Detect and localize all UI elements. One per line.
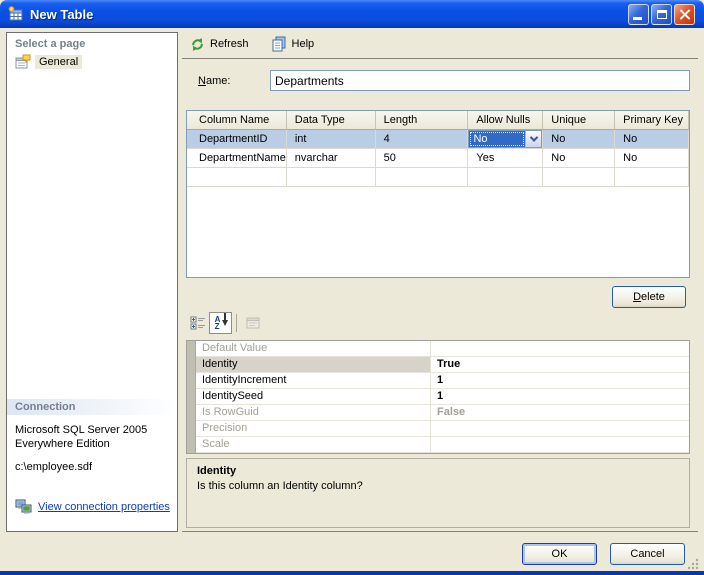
cell-length[interactable]: 4 [375, 130, 469, 149]
description-text: Is this column an Identity column? [197, 480, 363, 492]
columns-grid-header: Column Name Data Type Length Allow Nulls… [187, 111, 689, 130]
cell-column-name[interactable]: DepartmentID [187, 130, 287, 149]
columns-grid: Column Name Data Type Length Allow Nulls… [186, 110, 690, 278]
sidebar-item-general[interactable]: General [7, 52, 177, 72]
combobox-selected-value[interactable]: No [469, 131, 526, 147]
property-row-default-value[interactable]: Default Value [196, 341, 689, 357]
property-value[interactable]: False [430, 405, 689, 421]
header-allow-nulls: Allow Nulls [468, 111, 544, 130]
connection-section: Connection Microsoft SQL Server 2005 Eve… [7, 399, 177, 514]
chevron-down-icon[interactable] [525, 131, 542, 147]
cell-allow-nulls[interactable]: Yes [468, 149, 544, 168]
cell-column-name[interactable]: DepartmentName [187, 149, 287, 168]
connection-file-text: c:\employee.sdf [15, 461, 93, 473]
connection-header: Connection [7, 399, 177, 415]
refresh-icon [192, 37, 203, 51]
property-name[interactable]: Default Value [196, 341, 430, 357]
categorized-icon[interactable] [186, 312, 209, 334]
property-value[interactable]: 1 [430, 389, 689, 405]
view-connection-properties-link[interactable]: View connection properties [38, 501, 170, 513]
help-icon [272, 36, 286, 52]
delete-button[interactable]: Delete [612, 286, 686, 308]
cell-data-type[interactable]: int [286, 130, 376, 149]
property-grid: Default Value Identity True IdentityIncr… [186, 340, 690, 454]
property-row-identity[interactable]: Identity True [196, 357, 689, 373]
table-icon [8, 6, 23, 21]
window-title: New Table [30, 6, 94, 22]
property-name[interactable]: Scale [196, 437, 430, 453]
property-name[interactable]: Is RowGuid [196, 405, 430, 421]
property-name[interactable]: Precision [196, 421, 430, 437]
refresh-label: Refresh [210, 38, 249, 50]
sidebar-item-label: General [35, 55, 83, 69]
header-length: Length [375, 111, 469, 130]
cell-primary-key[interactable]: No [615, 149, 689, 168]
property-value[interactable] [430, 437, 689, 453]
cell-data-type[interactable]: nvarchar [286, 149, 376, 168]
property-grid-toolbar: AZ [186, 311, 264, 335]
header-data-type: Data Type [286, 111, 376, 130]
property-description-box: Identity Is this column an Identity colu… [186, 458, 690, 528]
refresh-button[interactable]: Refresh [190, 37, 249, 52]
property-grid-gutter [187, 341, 196, 453]
cell-unique[interactable]: No [543, 149, 616, 168]
header-column-name: Column Name [187, 111, 287, 130]
property-row-precision[interactable]: Precision [196, 421, 689, 437]
cell-length[interactable]: 50 [375, 149, 469, 168]
property-row-identity-increment[interactable]: IdentityIncrement 1 [196, 373, 689, 389]
resize-grip[interactable] [686, 557, 699, 570]
title-bar[interactable]: New Table [0, 0, 704, 28]
cell-empty[interactable] [468, 168, 544, 187]
cancel-button[interactable]: Cancel [610, 543, 685, 565]
property-row-is-rowguid[interactable]: Is RowGuid False [196, 405, 689, 421]
property-pages-icon [241, 312, 264, 334]
property-value[interactable] [430, 341, 689, 357]
property-name[interactable]: Identity [196, 357, 430, 373]
property-row-scale[interactable]: Scale [196, 437, 689, 453]
cell-empty[interactable] [615, 168, 689, 187]
general-page-icon [15, 54, 31, 69]
cell-empty[interactable] [187, 168, 287, 187]
property-name[interactable]: IdentityIncrement [196, 373, 430, 389]
connection-server-text: Microsoft SQL Server 2005 Everywhere Edi… [15, 424, 148, 450]
general-page-content: Name: Column Name Data Type Length Allow… [182, 59, 698, 532]
toolbar-separator [236, 314, 237, 332]
close-icon[interactable] [674, 4, 695, 25]
cell-empty[interactable] [286, 168, 376, 187]
page-selector-panel: Select a page General Connection Microso… [6, 32, 178, 532]
description-title: Identity [197, 465, 237, 477]
property-value[interactable]: 1 [430, 373, 689, 389]
window-frame-bottom [0, 571, 704, 575]
help-button[interactable]: Help [271, 36, 315, 52]
header-unique: Unique [543, 111, 616, 130]
header-primary-key: Primary Key [615, 111, 689, 130]
dialog-toolbar: Refresh Help [182, 30, 698, 59]
property-value[interactable] [430, 421, 689, 437]
cell-empty[interactable] [375, 168, 469, 187]
maximize-icon[interactable] [651, 4, 672, 25]
select-a-page-header: Select a page [15, 38, 86, 50]
cell-primary-key[interactable]: No [615, 130, 689, 149]
name-label: Name: [198, 75, 231, 87]
cell-unique[interactable]: No [543, 130, 616, 149]
ok-button[interactable]: OK [522, 543, 597, 565]
property-name[interactable]: IdentitySeed [196, 389, 430, 405]
table-name-input[interactable] [270, 70, 690, 91]
table-row[interactable]: DepartmentName nvarchar 50 Yes No No [187, 149, 689, 168]
table-row-empty[interactable] [187, 168, 689, 187]
computers-icon [15, 499, 32, 514]
property-row-identity-seed[interactable]: IdentitySeed 1 [196, 389, 689, 405]
help-label: Help [291, 38, 315, 50]
alphabetical-sort-icon[interactable]: AZ [209, 312, 232, 334]
cell-empty[interactable] [543, 168, 616, 187]
new-table-dialog: New Table Select a page General Connecti… [0, 0, 704, 575]
minimize-icon[interactable] [628, 4, 649, 25]
table-row[interactable]: DepartmentID int 4 No No No [187, 130, 689, 149]
property-value[interactable]: True [430, 357, 689, 373]
allow-nulls-combobox[interactable]: No [468, 130, 544, 149]
